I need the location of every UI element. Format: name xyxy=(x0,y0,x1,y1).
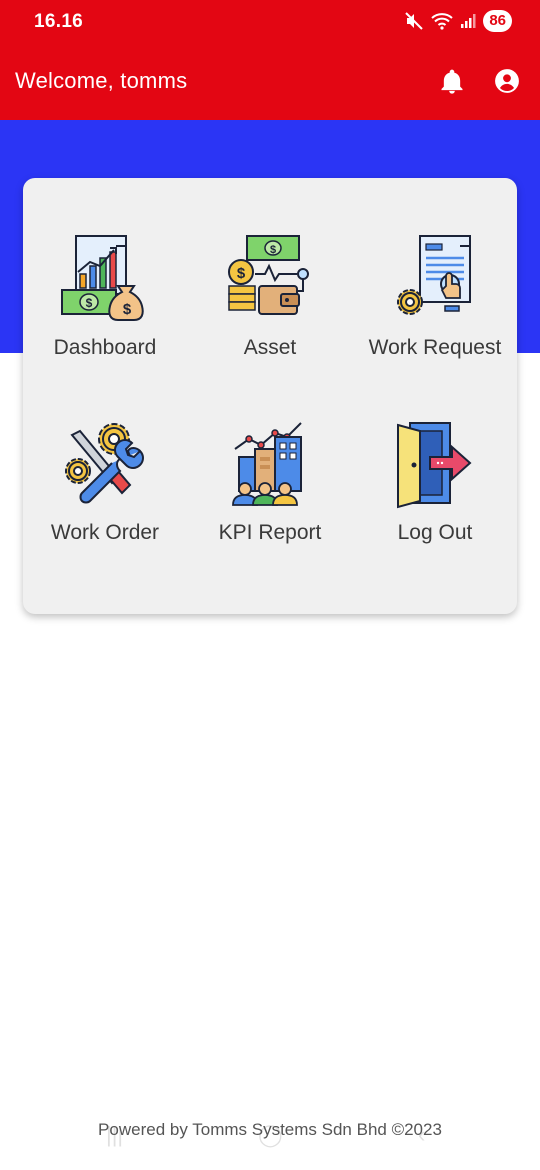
app-bar: Welcome, tomms xyxy=(0,44,540,120)
dashboard-icon: $ $ xyxy=(61,235,144,321)
asset-tile[interactable]: $ $ Asset xyxy=(188,234,352,384)
log-out-label: Log Out xyxy=(397,521,473,544)
asset-icon: $ $ xyxy=(228,235,309,315)
work-order-icon xyxy=(65,423,144,504)
dashboard-tile[interactable]: $ $ Dashboard xyxy=(23,234,187,384)
bell-icon[interactable] xyxy=(438,68,466,96)
kpi-report-label: KPI Report xyxy=(218,521,322,544)
menu-card: $ $ Dashboard $ $ Asset Work Request Wor… xyxy=(23,178,517,614)
work-request-label: Work Request xyxy=(368,336,502,359)
mute-icon xyxy=(404,11,424,31)
wifi-icon xyxy=(431,12,453,30)
dashboard-label: Dashboard xyxy=(53,336,157,359)
work-request-icon xyxy=(397,235,471,315)
signal-icon xyxy=(460,13,476,29)
work-order-tile[interactable]: Work Order xyxy=(23,419,187,569)
battery-icon: 86 xyxy=(483,10,512,32)
home-screen: 16.16 86 Welcome, tomms $ $ Dashboard $ … xyxy=(0,0,540,1170)
status-bar: 16.16 86 xyxy=(0,0,540,44)
work-request-tile[interactable]: Work Request xyxy=(353,234,517,384)
status-icons: 86 xyxy=(404,10,512,32)
kpi-report-icon xyxy=(232,422,302,506)
log-out-icon xyxy=(397,422,472,509)
kpi-report-tile[interactable]: KPI Report xyxy=(188,419,352,569)
welcome-title: Welcome, tomms xyxy=(15,68,188,93)
account-icon[interactable] xyxy=(494,68,520,94)
svg-text:$: $ xyxy=(270,244,276,256)
svg-text:$: $ xyxy=(123,301,132,318)
footer-text: Powered by Tomms Systems Sdn Bhd ©2023 xyxy=(98,1120,442,1139)
status-time: 16.16 xyxy=(34,11,84,32)
log-out-tile[interactable]: Log Out xyxy=(353,419,517,569)
work-order-label: Work Order xyxy=(50,521,160,544)
svg-text:$: $ xyxy=(86,296,93,310)
svg-text:$: $ xyxy=(237,265,246,282)
asset-label: Asset xyxy=(243,336,297,359)
